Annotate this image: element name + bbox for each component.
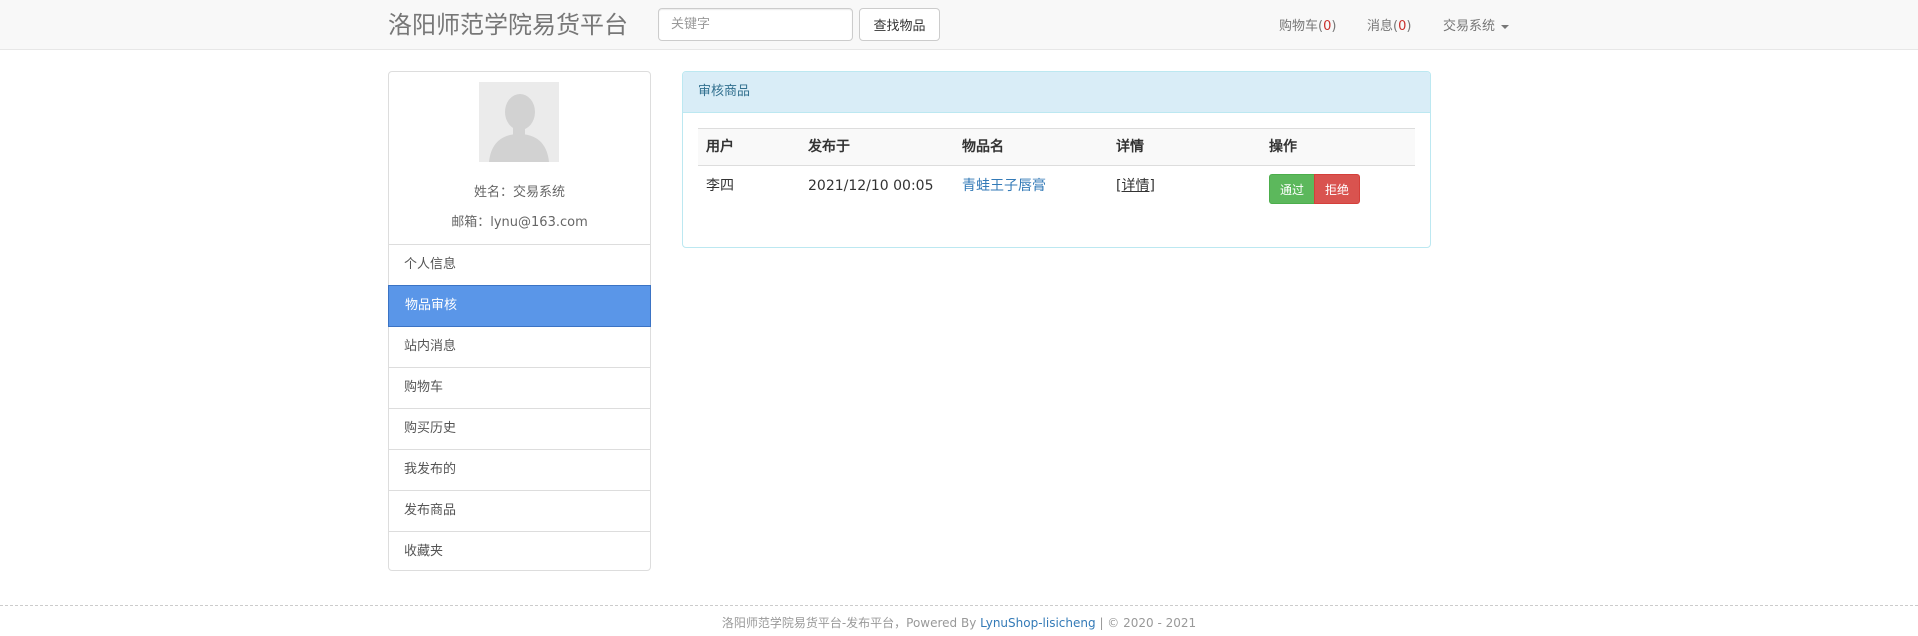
- profile-email: 邮箱：lynu@163.com: [451, 215, 588, 230]
- col-user: 用户: [706, 139, 734, 155]
- profile-card: 姓名：交易系统 邮箱：lynu@163.com: [389, 72, 650, 245]
- nav-msg-close: ): [1406, 19, 1412, 34]
- sidebar-item-my-posts[interactable]: 我发布的: [389, 450, 650, 491]
- footer-link[interactable]: LynuShop-lisicheng: [980, 616, 1095, 630]
- footer-copyright: | © 2020 - 2021: [1095, 616, 1197, 630]
- footer: 洛阳师范学院易货平台-发布平台，Powered By LynuShop-lisi…: [0, 614, 1918, 631]
- sidebar-item-favorites[interactable]: 收藏夹: [389, 532, 650, 573]
- sidebar-item-cart[interactable]: 购物车: [389, 368, 650, 409]
- search-input[interactable]: [658, 8, 853, 41]
- row-user: 李四: [706, 178, 734, 194]
- nav-user-label: 交易系统: [1443, 19, 1496, 34]
- nav-messages-link[interactable]: 消息(0): [1367, 15, 1411, 34]
- sidebar: 姓名：交易系统 邮箱：lynu@163.com 个人信息 物品审核 站内消息 购…: [388, 71, 651, 571]
- nav-user-dropdown[interactable]: 交易系统: [1443, 15, 1510, 34]
- row-action-buttons: 通过 拒绝: [1269, 174, 1361, 204]
- reject-button[interactable]: 拒绝: [1314, 174, 1361, 204]
- table-header: 用户 发布于 物品名 详情 操作: [698, 128, 1415, 166]
- approve-button[interactable]: 通过: [1269, 174, 1316, 204]
- table-row: 李四 2021/12/10 00:05 青蛙王子唇膏 [详情] 通过 拒绝: [698, 166, 1415, 210]
- avatar: [479, 82, 559, 162]
- footer-text: 洛阳师范学院易货平台-发布平台，Powered By: [721, 616, 981, 630]
- caret-down-icon: [1501, 24, 1510, 29]
- nav-cart-close: ): [1331, 19, 1337, 34]
- row-item-link[interactable]: 青蛙王子唇膏: [962, 166, 1046, 206]
- row-detail-link[interactable]: [详情]: [1116, 166, 1155, 206]
- footer-divider: [0, 605, 1918, 606]
- sidebar-item-item-review[interactable]: 物品审核: [388, 285, 651, 327]
- col-published: 发布于: [808, 139, 850, 155]
- row-published: 2021/12/10 00:05: [808, 178, 934, 194]
- nav-cart-label: 购物车(: [1279, 19, 1324, 34]
- sidebar-item-post-item[interactable]: 发布商品: [389, 491, 650, 532]
- panel-title: 审核商品: [683, 72, 1430, 113]
- nav-cart-link[interactable]: 购物车(0): [1279, 15, 1336, 34]
- sidebar-item-purchase-history[interactable]: 购买历史: [389, 409, 650, 450]
- top-navbar: 洛阳师范学院易货平台 查找物品 购物车(0) 消息(0) 交易系统: [0, 0, 1918, 50]
- avatar-placeholder-icon: [479, 82, 559, 162]
- sidebar-item-profile[interactable]: 个人信息: [389, 245, 650, 286]
- col-item-name: 物品名: [962, 139, 1004, 155]
- profile-name: 姓名：交易系统: [473, 185, 565, 200]
- brand-title[interactable]: 洛阳师范学院易货平台: [388, 9, 628, 41]
- col-detail: 详情: [1116, 139, 1144, 155]
- nav-msg-label: 消息(: [1367, 19, 1399, 34]
- review-panel: 审核商品 用户 发布于 物品名 详情 操作 李四 2021/12/10 00:0…: [682, 71, 1431, 248]
- search-button[interactable]: 查找物品: [859, 8, 940, 41]
- review-table: 用户 发布于 物品名 详情 操作 李四 2021/12/10 00:05 青蛙王…: [698, 128, 1415, 210]
- sidebar-item-messages[interactable]: 站内消息: [389, 327, 650, 368]
- col-actions: 操作: [1269, 139, 1297, 155]
